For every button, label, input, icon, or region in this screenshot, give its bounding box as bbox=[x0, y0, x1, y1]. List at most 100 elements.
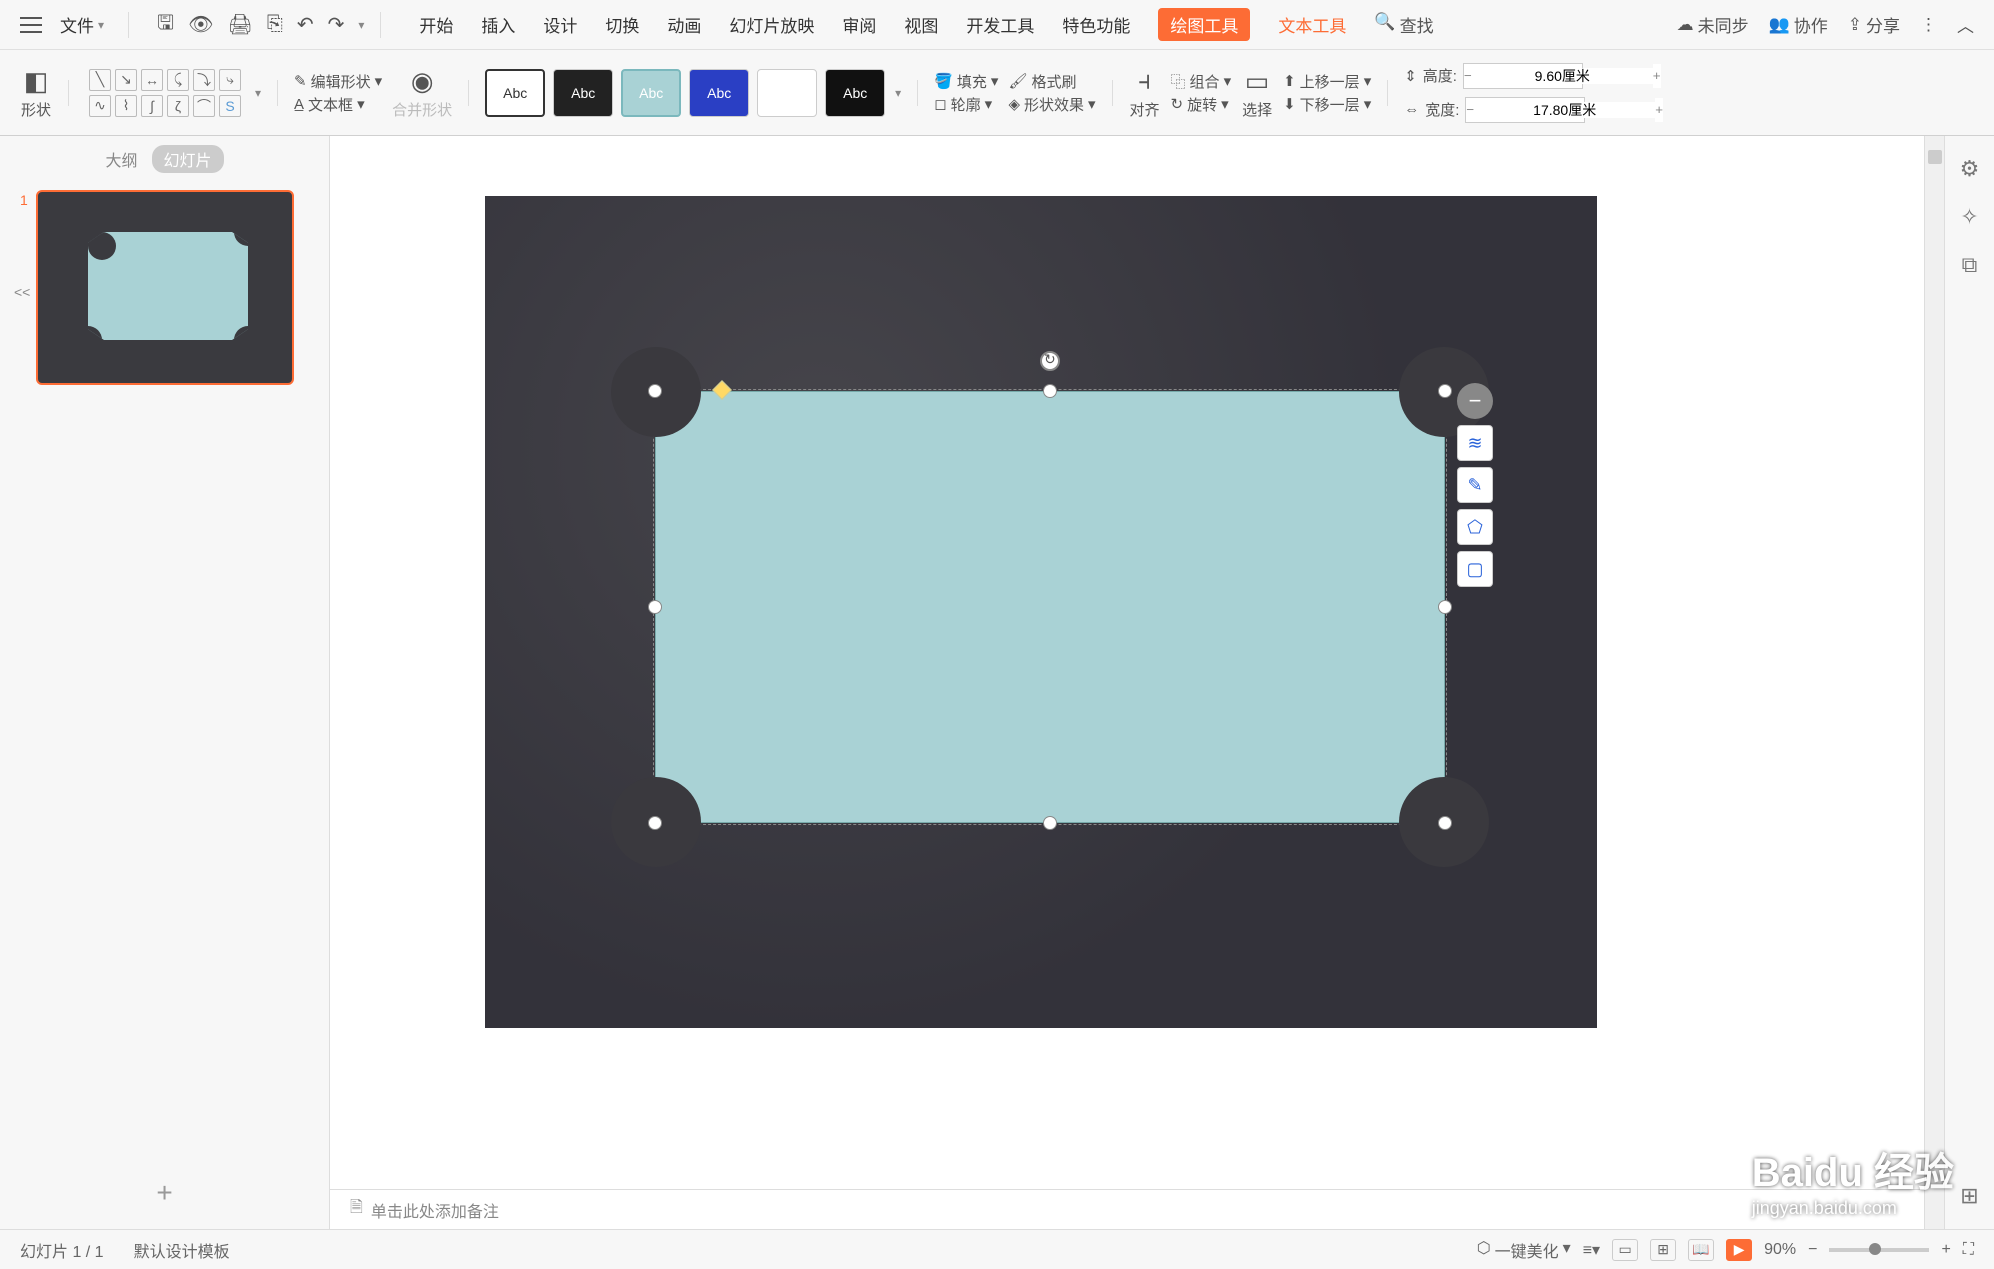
format-painter-button[interactable]: 🖌格式刷 bbox=[1008, 71, 1095, 92]
height-dec[interactable]: − bbox=[1464, 64, 1472, 88]
tab-slideshow[interactable]: 幻灯片放映 bbox=[729, 8, 814, 41]
resize-r[interactable] bbox=[1438, 600, 1452, 614]
layers-rail-icon[interactable]: ⧉ bbox=[1962, 252, 1978, 278]
notes-bar[interactable]: 🗎 单击此处添加备注 bbox=[330, 1189, 1924, 1229]
tab-drawing-tools[interactable]: 绘图工具 bbox=[1158, 8, 1250, 41]
menu-icon[interactable] bbox=[20, 17, 42, 33]
resize-t[interactable] bbox=[1043, 384, 1057, 398]
resize-br[interactable] bbox=[1438, 816, 1452, 830]
grid-rail-icon[interactable]: ⊞ bbox=[1960, 1183, 1978, 1209]
resize-l[interactable] bbox=[648, 600, 662, 614]
fit-icon[interactable]: ⛶ bbox=[1963, 1241, 1974, 1259]
pen-icon[interactable]: ✎ bbox=[1457, 467, 1493, 503]
save-icon[interactable]: 🖫 bbox=[157, 8, 174, 42]
width-input[interactable] bbox=[1474, 102, 1655, 118]
line-gallery[interactable]: ╲↘↔⤹⤵⤷ ∿⌇∫ζ⌒S bbox=[85, 65, 245, 121]
tab-special[interactable]: 特色功能 bbox=[1062, 8, 1130, 41]
width-inc[interactable]: + bbox=[1655, 98, 1663, 122]
hamburger-icon[interactable]: ≡▾ bbox=[1583, 1240, 1600, 1260]
view-sorter[interactable]: ⊞ bbox=[1650, 1239, 1676, 1261]
collapse-panel-icon[interactable]: << bbox=[14, 284, 30, 300]
select-pane-button[interactable]: ▭选择 bbox=[1241, 65, 1273, 120]
zoom-out-icon[interactable]: − bbox=[1808, 1241, 1817, 1259]
collab-button[interactable]: 👥协作 bbox=[1769, 12, 1828, 37]
slides-tab[interactable]: 幻灯片 bbox=[152, 145, 224, 173]
vertical-scrollbar[interactable] bbox=[1924, 136, 1944, 1229]
search-button[interactable]: 🔍查找 bbox=[1374, 8, 1433, 41]
height-control: ⇕高度: −+ bbox=[1404, 63, 1585, 89]
file-menu[interactable]: 文件 ▾ bbox=[52, 8, 112, 41]
slide[interactable]: − ≋ ✎ ⬠ ▢ bbox=[485, 196, 1597, 1028]
style-4[interactable]: Abc bbox=[689, 69, 749, 117]
tab-devtools[interactable]: 开发工具 bbox=[966, 8, 1034, 41]
tab-text-tools[interactable]: 文本工具 bbox=[1278, 8, 1346, 41]
merge-icon: ◉ bbox=[406, 65, 438, 97]
tab-home[interactable]: 开始 bbox=[419, 8, 453, 41]
layer-icon[interactable]: ≋ bbox=[1457, 425, 1493, 461]
shape-effect-button[interactable]: ◈形状效果 ▾ bbox=[1008, 94, 1095, 115]
star-rail-icon[interactable]: ✧ bbox=[1960, 204, 1978, 230]
shape-button[interactable]: ◧ 形状 bbox=[20, 65, 52, 120]
notes-placeholder[interactable]: 单击此处添加备注 bbox=[371, 1198, 499, 1222]
print-preview-icon[interactable]: 👁 bbox=[188, 12, 213, 37]
style-3[interactable]: Abc bbox=[621, 69, 681, 117]
ribbon-tabs: 开始 插入 设计 切换 动画 幻灯片放映 审阅 视图 开发工具 特色功能 绘图工… bbox=[419, 8, 1433, 41]
bring-fwd-icon: ⬆ bbox=[1283, 72, 1296, 90]
print-icon[interactable]: 🖨 bbox=[227, 12, 252, 37]
select-icon: ▭ bbox=[1241, 65, 1273, 97]
send-backward-button[interactable]: ⬇下移一层 ▾ bbox=[1283, 94, 1371, 115]
resize-b[interactable] bbox=[1043, 816, 1057, 830]
tab-transition[interactable]: 切换 bbox=[605, 8, 639, 41]
zoom-in-icon[interactable]: + bbox=[1941, 1241, 1950, 1259]
bring-forward-button[interactable]: ⬆上移一层 ▾ bbox=[1283, 71, 1371, 92]
zoom-value[interactable]: 90% bbox=[1764, 1241, 1796, 1259]
undo-icon[interactable]: ↶ bbox=[297, 12, 314, 37]
outline-button[interactable]: ◻轮廓 ▾ bbox=[934, 94, 998, 115]
edit-shape-button[interactable]: ✎编辑形状 ▾ bbox=[294, 71, 382, 92]
more-icon[interactable]: ⋮ bbox=[1920, 15, 1937, 35]
shape-styles[interactable]: Abc Abc Abc Abc Abc bbox=[485, 69, 885, 117]
slide-thumbnail-1[interactable]: 1 bbox=[36, 190, 294, 385]
resize-tl[interactable] bbox=[648, 384, 662, 398]
text-box-button[interactable]: A̲文本框 ▾ bbox=[294, 94, 382, 115]
width-dec[interactable]: − bbox=[1466, 98, 1474, 122]
height-inc[interactable]: + bbox=[1653, 64, 1661, 88]
canvas[interactable]: − ≋ ✎ ⬠ ▢ 🗎 单击此处添加备注 bbox=[330, 136, 1924, 1229]
rotate-handle[interactable] bbox=[1040, 351, 1060, 371]
selected-shape[interactable]: − ≋ ✎ ⬠ ▢ bbox=[655, 391, 1445, 823]
outline-tab[interactable]: 大纲 bbox=[105, 147, 137, 171]
tab-view[interactable]: 视图 bbox=[904, 8, 938, 41]
view-normal[interactable]: ▭ bbox=[1612, 1239, 1638, 1261]
view-reading[interactable]: 📖 bbox=[1688, 1239, 1714, 1261]
tab-review[interactable]: 审阅 bbox=[842, 8, 876, 41]
align-button[interactable]: ⫞对齐 bbox=[1129, 65, 1161, 120]
style-1[interactable]: Abc bbox=[485, 69, 545, 117]
tab-animation[interactable]: 动画 bbox=[667, 8, 701, 41]
settings-rail-icon[interactable]: ⚙ bbox=[1960, 156, 1980, 182]
tab-design[interactable]: 设计 bbox=[543, 8, 577, 41]
resize-bl[interactable] bbox=[648, 816, 662, 830]
beautify-button[interactable]: ⬡一键美化 ▾ bbox=[1477, 1238, 1571, 1262]
redo-icon[interactable]: ↷ bbox=[328, 12, 345, 37]
rotate-button[interactable]: ↻旋转 ▾ bbox=[1171, 94, 1232, 115]
merge-shape-button: ◉ 合并形状 bbox=[392, 65, 452, 120]
share-button[interactable]: ⇪分享 bbox=[1848, 12, 1900, 37]
frame-icon[interactable]: ▢ bbox=[1457, 551, 1493, 587]
tab-insert[interactable]: 插入 bbox=[481, 8, 515, 41]
sync-status[interactable]: ☁未同步 bbox=[1677, 12, 1749, 37]
fill-button[interactable]: 🪣填充 ▾ bbox=[934, 71, 998, 92]
zoom-slider[interactable] bbox=[1869, 1243, 1881, 1255]
shape-fill-icon[interactable]: ⬠ bbox=[1457, 509, 1493, 545]
group-button[interactable]: ⿻组合 ▾ bbox=[1171, 71, 1232, 92]
view-slideshow[interactable]: ▶ bbox=[1726, 1239, 1752, 1261]
resize-tr[interactable] bbox=[1438, 384, 1452, 398]
style-6[interactable]: Abc bbox=[825, 69, 885, 117]
collapse-float-icon[interactable]: − bbox=[1457, 383, 1493, 419]
export-icon[interactable]: ⎘ bbox=[267, 13, 283, 36]
add-slide-button[interactable]: + bbox=[0, 1157, 329, 1229]
style-5[interactable] bbox=[757, 69, 817, 117]
style-2[interactable]: Abc bbox=[553, 69, 613, 117]
template-name: 默认设计模板 bbox=[134, 1238, 230, 1262]
height-input[interactable] bbox=[1472, 68, 1653, 84]
collapse-ribbon-icon[interactable]: ︿ bbox=[1957, 12, 1974, 37]
